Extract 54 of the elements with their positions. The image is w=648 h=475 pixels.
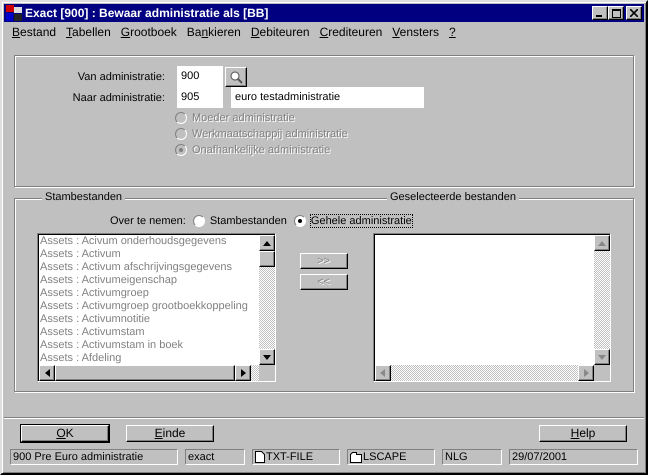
field-label: Naar administratie: [72, 92, 166, 104]
status-field: 900 Pre Euro administratie [10, 449, 178, 465]
maximize-icon [612, 8, 620, 18]
scrollbar-corner [594, 365, 610, 381]
menu-item[interactable]: Tabellen [61, 24, 116, 38]
maximize-button[interactable] [608, 6, 624, 20]
menu-item[interactable]: Grootboek [116, 24, 182, 38]
scroll-right-button[interactable] [578, 365, 594, 381]
dialog-button[interactable]: Help [539, 424, 627, 442]
scrollbar-corner [258, 365, 274, 381]
status-field: NLG [442, 449, 502, 465]
dialog-button[interactable]: Einde [126, 424, 214, 442]
scroll-left-button[interactable] [374, 365, 390, 381]
menu-item[interactable]: Debiteuren [246, 24, 315, 38]
dialog-button[interactable]: OK [21, 424, 109, 442]
menu-item[interactable]: Bestand [7, 24, 62, 38]
input-field[interactable]: euro testadministratie [231, 87, 424, 108]
status-field: exact [185, 449, 245, 465]
field-label: Over te nemen: [110, 215, 186, 227]
group-title: Geselecteerde bestanden [387, 191, 519, 203]
down-arrow-icon [598, 354, 606, 360]
scrollbar[interactable] [594, 235, 610, 365]
status-field: TXT-FILE [252, 449, 340, 465]
folder-icon [350, 452, 362, 462]
minimize-button[interactable] [592, 6, 608, 20]
radio-option[interactable]: Gehele administratie [294, 213, 412, 229]
app-icon [6, 5, 22, 21]
scroll-down-button[interactable] [594, 349, 610, 365]
left-arrow-icon [380, 369, 385, 377]
window-title: Exact [900] : Bewaar administratie als [BB] [25, 6, 270, 20]
status-field: LSCAPE [347, 449, 435, 465]
menu-item[interactable]: Bankieren [182, 24, 246, 38]
radio-option[interactable]: Stambestanden [192, 213, 287, 229]
scroll-up-button[interactable] [594, 235, 610, 251]
status-field: 29/07/2001 [509, 449, 638, 465]
close-icon [630, 9, 638, 17]
search-button[interactable] [225, 66, 247, 86]
menu-item[interactable]: Crediteuren [314, 24, 388, 38]
menu-item[interactable]: ? [444, 24, 461, 38]
menu-item[interactable]: Vensters [387, 24, 444, 38]
left-arrow-icon [44, 369, 50, 377]
up-arrow-icon [598, 240, 606, 246]
close-button[interactable] [626, 6, 642, 20]
up-arrow-icon [262, 240, 270, 246]
right-arrow-icon [584, 369, 588, 377]
field-label: Van administratie: [76, 70, 166, 82]
down-arrow-icon [262, 354, 270, 360]
group-title: Stambestanden [42, 191, 126, 203]
scrollbar[interactable] [374, 365, 610, 381]
input-field[interactable]: 905 [177, 87, 223, 108]
input-field[interactable]: 900 [177, 66, 223, 87]
right-arrow-icon [240, 369, 246, 377]
page-icon [255, 451, 265, 463]
search-icon [229, 70, 243, 84]
